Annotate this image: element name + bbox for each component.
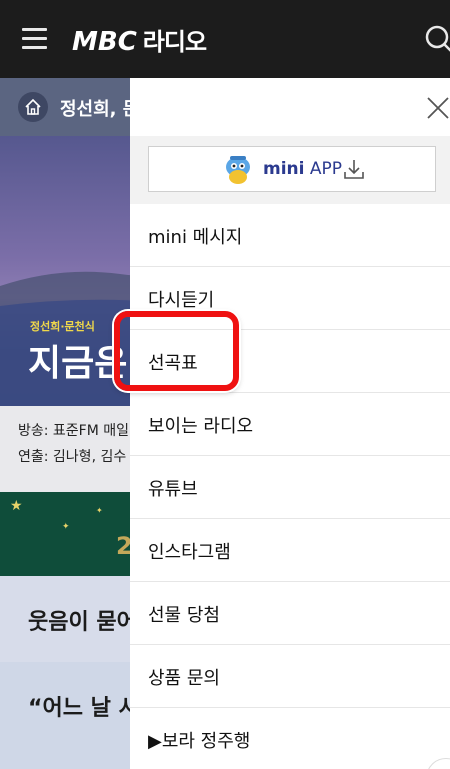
breadcrumb-title: 정선희, 문 <box>60 99 140 120</box>
menu-item-label: mini 메시지 <box>148 227 243 248</box>
producer-info: 연출: 김나형, 김수 <box>18 449 127 465</box>
mini-app-label-rest: APP <box>304 159 343 179</box>
star-icon: ★ <box>10 498 23 514</box>
mini-app-label: mini APP <box>263 159 342 179</box>
menu-item-label: 유튜브 <box>148 479 198 500</box>
top-bar: MBC 라디오 <box>0 0 450 78</box>
menu-item-label: 다시듣기 <box>148 290 215 311</box>
mini-app-section: mini APP <box>130 136 450 204</box>
download-icon <box>344 160 364 179</box>
menu-item-bora-binge[interactable]: ▶보라 정주행 <box>130 708 450 769</box>
mini-app-label-bold: mini <box>263 159 305 179</box>
card-title: 웃음이 묻어 <box>28 610 137 635</box>
card-title: “어느 날 시 <box>28 696 139 721</box>
site-logo[interactable]: MBC 라디오 <box>72 22 207 57</box>
broadcast-info: 방송: 표준FM 매일 <box>18 423 130 439</box>
side-drawer: mini APP mini 메시지 다시듣기 선곡표 보이는 라디오 유튜브 인… <box>130 78 450 769</box>
menu-item-label: 선물 당첨 <box>148 605 220 626</box>
menu-item-instagram[interactable]: 인스타그램 <box>130 519 450 582</box>
menu-item-gift-winners[interactable]: 선물 당첨 <box>130 582 450 645</box>
hero-title: 지금은 <box>28 343 128 384</box>
search-icon[interactable] <box>424 24 450 54</box>
logo-brand: MBC <box>72 27 137 57</box>
logo-section: 라디오 <box>142 28 207 56</box>
menu-item-youtube[interactable]: 유튜브 <box>130 456 450 519</box>
menu-item-label: 상품 문의 <box>148 668 220 689</box>
star-icon: ✦ <box>96 506 103 515</box>
hero-subtitle: 정선희·문천식 <box>30 320 95 333</box>
menu-item-mini-message[interactable]: mini 메시지 <box>130 204 450 267</box>
menu-item-prize-inquiry[interactable]: 상품 문의 <box>130 645 450 708</box>
menu-item-label: 보이는 라디오 <box>148 416 254 437</box>
mini-app-button[interactable]: mini APP <box>148 146 436 192</box>
menu-item-label: 인스타그램 <box>148 542 231 563</box>
drawer-menu: mini 메시지 다시듣기 선곡표 보이는 라디오 유튜브 인스타그램 선물 당… <box>130 204 450 769</box>
highlight-box <box>114 311 239 391</box>
close-icon[interactable] <box>426 96 450 120</box>
hamburger-menu-icon[interactable] <box>22 28 47 49</box>
star-icon: ✦ <box>62 522 70 532</box>
menu-item-label: ▶보라 정주행 <box>148 731 251 752</box>
menu-item-visible-radio[interactable]: 보이는 라디오 <box>130 393 450 456</box>
mini-mascot-icon <box>226 156 250 184</box>
home-button[interactable] <box>18 92 48 122</box>
drawer-header <box>130 78 450 136</box>
home-icon <box>25 98 41 115</box>
